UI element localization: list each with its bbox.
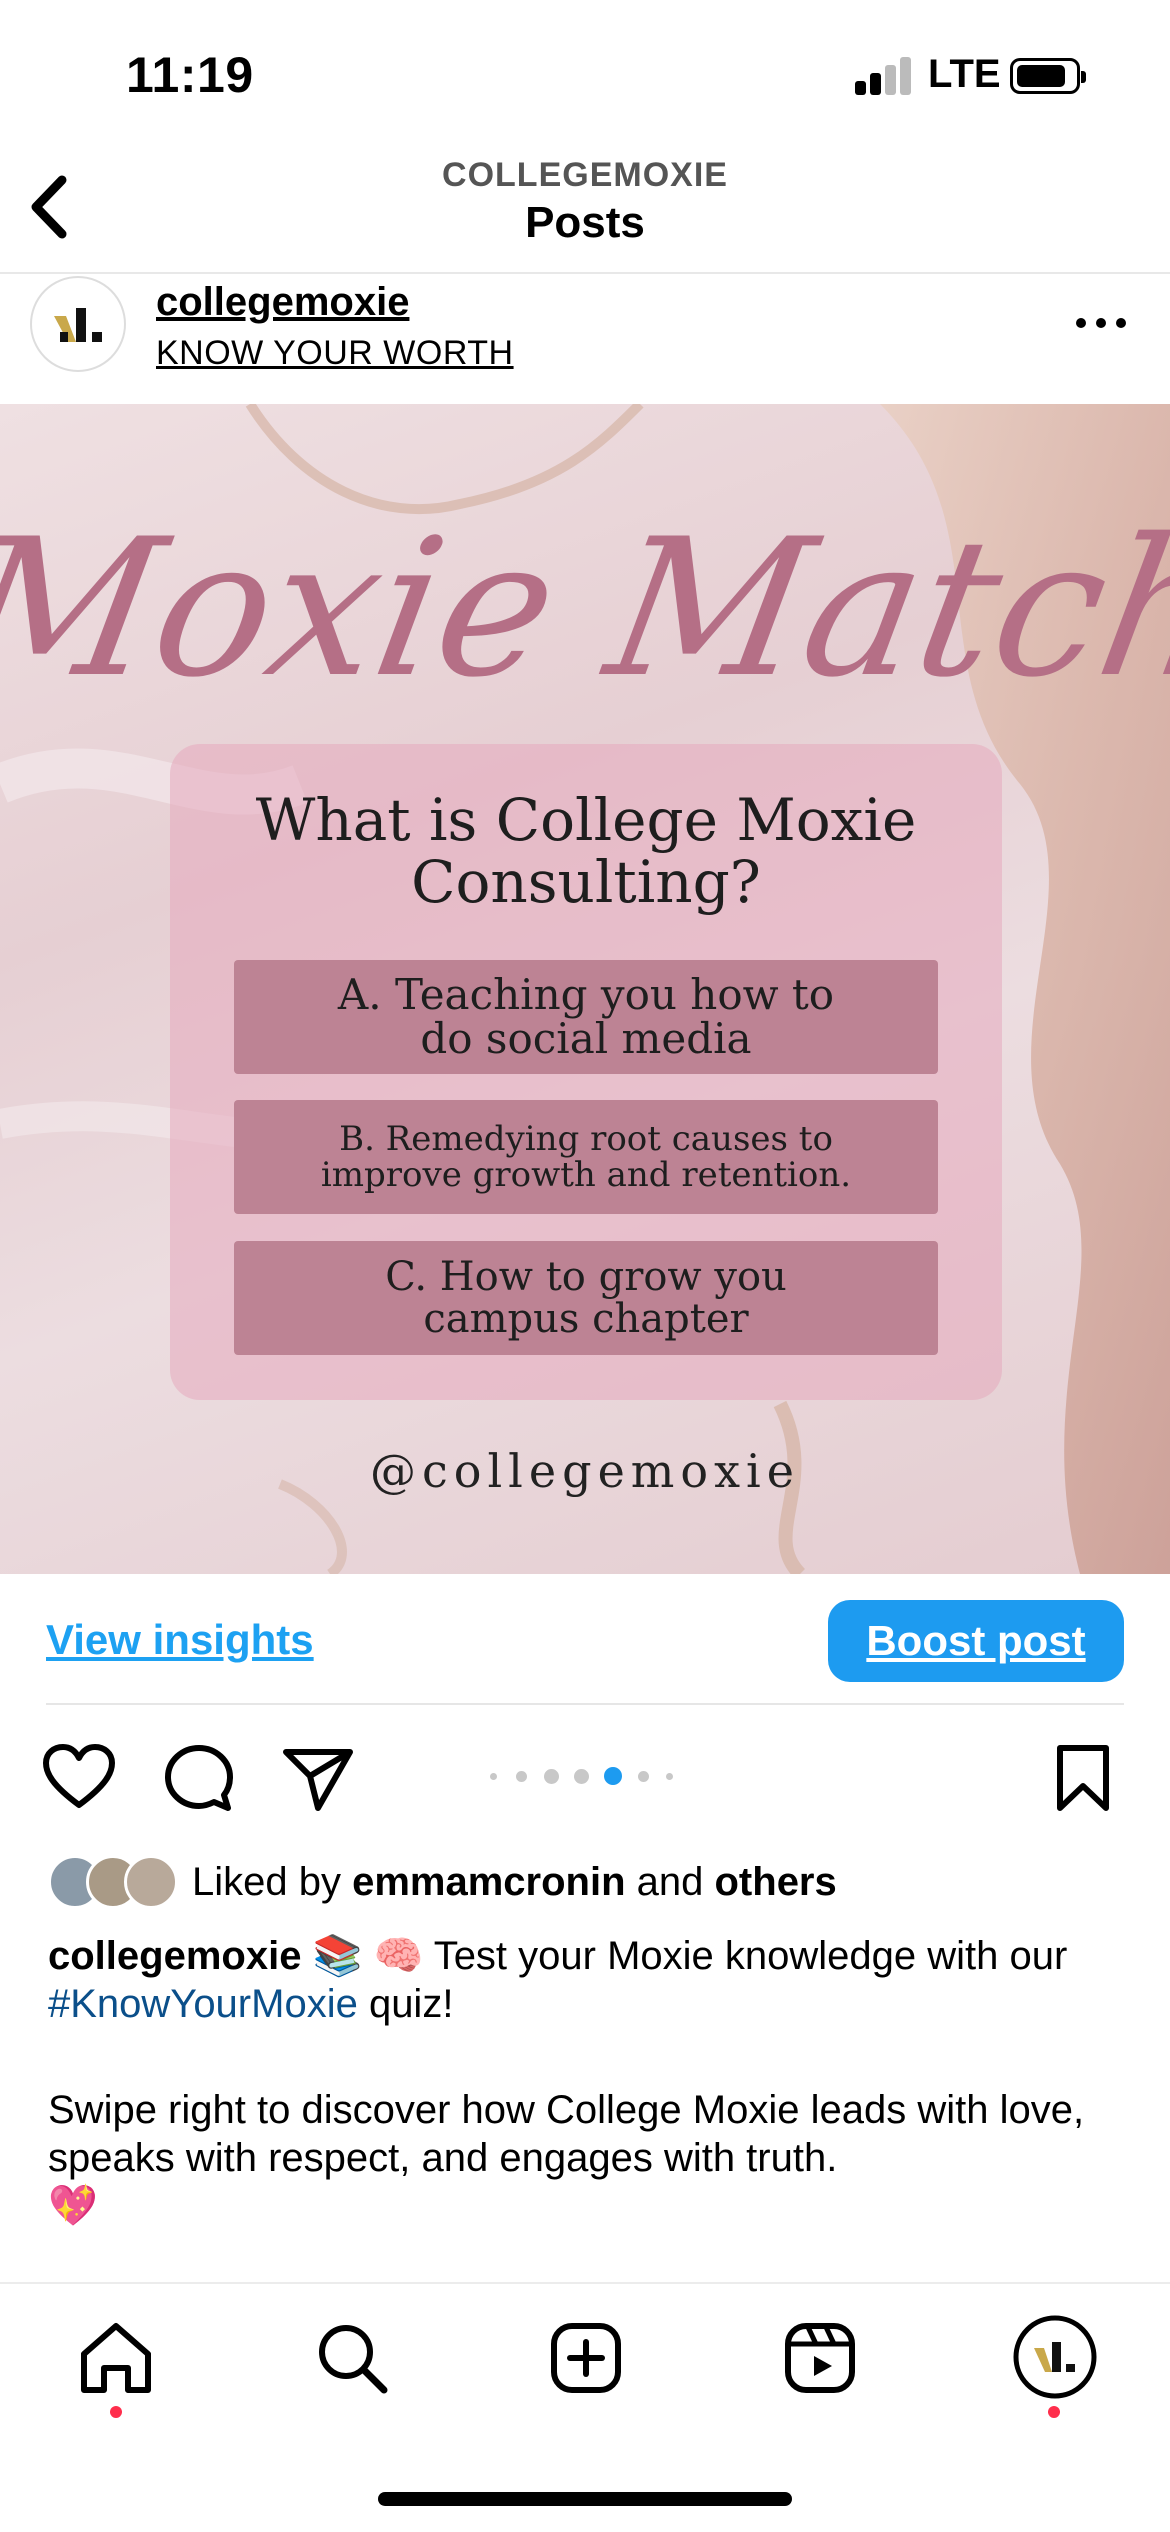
comment-icon[interactable] xyxy=(164,1744,234,1814)
quiz-question-line2: Consulting? xyxy=(411,848,761,916)
carousel-dot-active xyxy=(604,1767,622,1785)
tab-profile[interactable] xyxy=(1012,2314,1098,2400)
tab-bar-divider xyxy=(0,2282,1170,2284)
boost-post-button[interactable]: Boost post xyxy=(828,1600,1124,1682)
carousel-dot xyxy=(544,1769,559,1784)
tab-search[interactable] xyxy=(312,2318,392,2398)
quiz-question: What is College Moxie Consulting? xyxy=(170,789,1002,913)
caption-heart-emoji: 💖 xyxy=(48,2184,98,2228)
post-caption-paragraph: Swipe right to discover how College Moxi… xyxy=(48,2086,1138,2230)
tab-home[interactable] xyxy=(76,2318,156,2398)
carousel-dot xyxy=(490,1773,497,1780)
quiz-option-a: A. Teaching you how to do social media xyxy=(234,960,938,1074)
option-b-line2: improve growth and retention. xyxy=(320,1155,852,1195)
cellular-signal-icon xyxy=(855,55,911,95)
likes-others[interactable]: others xyxy=(715,1860,837,1904)
tab-create[interactable] xyxy=(546,2318,626,2398)
likes-middle: and xyxy=(625,1860,715,1904)
profile-notification-dot xyxy=(1048,2406,1060,2418)
carousel-dot xyxy=(666,1773,673,1780)
post-subtitle[interactable]: KNOW YOUR WORTH xyxy=(156,334,514,373)
carousel-dot xyxy=(574,1769,589,1784)
profile-avatar-icon xyxy=(1013,2315,1097,2399)
quiz-option-c: C. How to grow you campus chapter xyxy=(234,1241,938,1355)
carousel-indicator xyxy=(490,1766,680,1786)
liker-avatar xyxy=(124,1855,178,1909)
caption-paragraph2: Swipe right to discover how College Moxi… xyxy=(48,2088,1085,2180)
search-icon xyxy=(319,2325,388,2394)
home-indicator xyxy=(378,2492,792,2506)
quiz-question-line1: What is College Moxie xyxy=(255,786,917,854)
more-options-button[interactable] xyxy=(1076,318,1130,332)
option-c-line1: C. How to grow you xyxy=(385,1254,787,1300)
option-c-line2: campus chapter xyxy=(423,1296,749,1342)
insights-divider xyxy=(46,1703,1124,1705)
option-a-line2: do social media xyxy=(420,1014,752,1063)
carousel-dot xyxy=(516,1771,527,1782)
liker-avatars[interactable] xyxy=(48,1855,183,1911)
header-divider xyxy=(0,272,1170,274)
reels-icon xyxy=(785,2323,855,2393)
caption-emojis: 📚 🧠 xyxy=(312,1934,424,1978)
likes-summary[interactable]: Liked by emmamcronin and others xyxy=(192,1860,837,1905)
page-title: Posts xyxy=(525,198,645,247)
quiz-option-b: B. Remedying root causes to improve growt… xyxy=(234,1100,938,1214)
moxie-match-title: Moxie Match xyxy=(0,498,1170,719)
create-post-icon xyxy=(551,2323,621,2393)
like-heart-icon[interactable] xyxy=(42,1743,116,1811)
header-account-name: COLLEGEMOXIE xyxy=(442,156,728,194)
option-b-line1: B. Remedying root causes to xyxy=(339,1119,833,1159)
post-author-avatar[interactable] xyxy=(30,276,126,372)
save-bookmark-icon[interactable] xyxy=(1054,1744,1112,1814)
tab-reels[interactable] xyxy=(780,2318,860,2398)
status-time: 11:19 xyxy=(126,47,254,103)
share-send-icon[interactable] xyxy=(282,1746,354,1812)
battery-icon xyxy=(1010,58,1086,94)
caption-username[interactable]: collegemoxie xyxy=(48,1934,301,1978)
option-a-line1: A. Teaching you how to xyxy=(337,970,835,1019)
carousel-dot xyxy=(638,1771,649,1782)
moxie-match-title-text: Moxie Match xyxy=(0,498,1170,719)
network-type: LTE xyxy=(928,52,1001,96)
quiz-card: What is College Moxie Consulting? A. Tea… xyxy=(170,744,1002,1400)
likes-prefix: Liked by xyxy=(192,1860,353,1904)
caption-text1: Test your Moxie knowledge with our xyxy=(423,1934,1068,1978)
post-username[interactable]: collegemoxie xyxy=(156,280,409,325)
collegemoxie-logo-icon xyxy=(54,308,102,342)
image-handle: @collegemoxie xyxy=(370,1444,800,1498)
post-caption: collegemoxie 📚 🧠 Test your Moxie knowled… xyxy=(48,1932,1128,2028)
home-notification-dot xyxy=(110,2406,122,2418)
home-icon xyxy=(81,2323,151,2393)
caption-text2: quiz! xyxy=(357,1982,454,2026)
view-insights-link[interactable]: View insights xyxy=(46,1616,314,1664)
caption-hashtag[interactable]: #KnowYourMoxie xyxy=(48,1982,358,2026)
post-image[interactable]: Moxie Match What is College Moxie Consul… xyxy=(0,404,1170,1574)
likes-user[interactable]: emmamcronin xyxy=(352,1860,625,1904)
